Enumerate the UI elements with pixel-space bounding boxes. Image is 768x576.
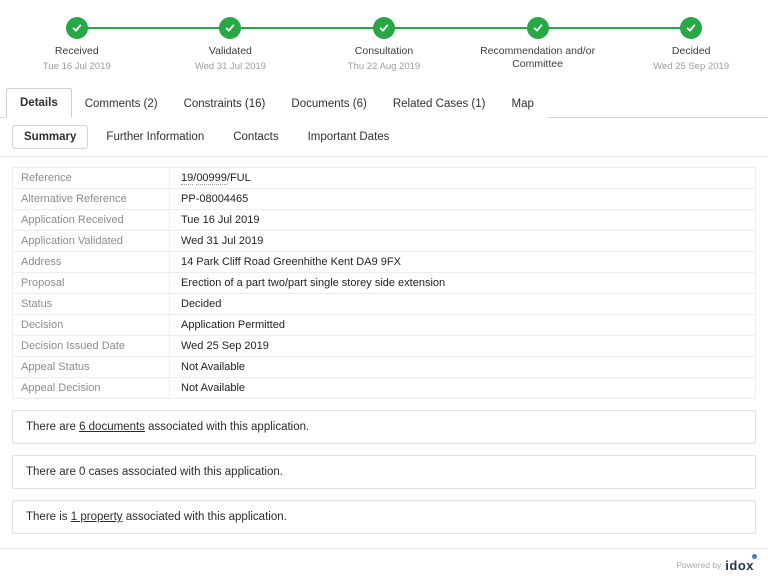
idox-logo: idox xyxy=(725,558,754,573)
step-label: Validated xyxy=(209,45,252,58)
info-text: associated with this application. xyxy=(145,421,309,433)
table-row-decision-issued-date: Decision Issued Date Wed 25 Sep 2019 xyxy=(13,336,756,357)
tab-comments[interactable]: Comments (2) xyxy=(72,90,171,118)
application-summary-table: Reference 19/00999/FUL Alternative Refer… xyxy=(12,167,756,399)
idox-logo-dot xyxy=(752,554,757,559)
check-circle-icon xyxy=(680,17,702,39)
info-text: There is xyxy=(26,511,71,523)
info-text: associated with this application. xyxy=(123,511,287,523)
row-value: Not Available xyxy=(170,357,756,378)
row-label: Appeal Status xyxy=(13,357,170,378)
row-label: Alternative Reference xyxy=(13,189,170,210)
step-label: Consultation xyxy=(355,45,413,58)
documents-info-box: There are 6 documents associated with th… xyxy=(12,410,756,444)
table-row-reference: Reference 19/00999/FUL xyxy=(13,168,756,189)
row-value: Tue 16 Jul 2019 xyxy=(170,210,756,231)
subtab-summary[interactable]: Summary xyxy=(12,125,88,149)
table-row-status: Status Decided xyxy=(13,294,756,315)
table-row-address: Address 14 Park Cliff Road Greenhithe Ke… xyxy=(13,252,756,273)
step-label: Received xyxy=(55,45,99,58)
row-value: PP-08004465 xyxy=(170,189,756,210)
step-label: Decided xyxy=(672,45,711,58)
row-value: Application Permitted xyxy=(170,315,756,336)
table-row-appeal-status: Appeal Status Not Available xyxy=(13,357,756,378)
info-text: There are xyxy=(26,421,79,433)
check-circle-icon xyxy=(373,17,395,39)
row-value: 14 Park Cliff Road Greenhithe Kent DA9 9… xyxy=(170,252,756,273)
table-row-alternative-reference: Alternative Reference PP-08004465 xyxy=(13,189,756,210)
row-label: Application Validated xyxy=(13,231,170,252)
row-value: Erection of a part two/part single store… xyxy=(170,273,756,294)
row-label: Decision xyxy=(13,315,170,336)
reference-part: 00999 xyxy=(196,172,227,185)
step-recommendation: Recommendation and/or Committee xyxy=(461,17,615,78)
sub-tab-bar: Summary Further Information Contacts Imp… xyxy=(0,118,768,157)
step-date: Thu 22 Aug 2019 xyxy=(348,61,420,72)
table-row-application-received: Application Received Tue 16 Jul 2019 xyxy=(13,210,756,231)
tab-documents[interactable]: Documents (6) xyxy=(278,90,379,118)
row-value: Wed 31 Jul 2019 xyxy=(170,231,756,252)
row-value: Not Available xyxy=(170,378,756,399)
subtab-further-information[interactable]: Further Information xyxy=(95,126,215,148)
step-consultation: Consultation Thu 22 Aug 2019 xyxy=(307,17,461,78)
subtab-contacts[interactable]: Contacts xyxy=(222,126,289,148)
row-label: Application Received xyxy=(13,210,170,231)
reference-part: 19 xyxy=(181,172,193,185)
table-row-proposal: Proposal Erection of a part two/part sin… xyxy=(13,273,756,294)
table-row-appeal-decision: Appeal Decision Not Available xyxy=(13,378,756,399)
row-value: Decided xyxy=(170,294,756,315)
tab-constraints[interactable]: Constraints (16) xyxy=(171,90,279,118)
check-circle-icon xyxy=(219,17,241,39)
documents-link[interactable]: 6 documents xyxy=(79,421,145,433)
step-validated: Validated Wed 31 Jul 2019 xyxy=(154,17,308,78)
main-tab-bar: Details Comments (2) Constraints (16) Do… xyxy=(0,88,768,118)
progress-stepper: Received Tue 16 Jul 2019 Validated Wed 3… xyxy=(0,0,768,78)
row-label: Address xyxy=(13,252,170,273)
check-circle-icon xyxy=(66,17,88,39)
row-label: Appeal Decision xyxy=(13,378,170,399)
tab-details[interactable]: Details xyxy=(6,88,72,118)
row-label: Proposal xyxy=(13,273,170,294)
cases-info-box: There are 0 cases associated with this a… xyxy=(12,455,756,489)
footer: Powered by idox xyxy=(0,549,768,575)
row-label: Decision Issued Date xyxy=(13,336,170,357)
check-circle-icon xyxy=(527,17,549,39)
step-received: Received Tue 16 Jul 2019 xyxy=(0,17,154,78)
tab-related-cases[interactable]: Related Cases (1) xyxy=(380,90,499,118)
powered-by-label: Powered by xyxy=(676,560,721,570)
table-row-decision: Decision Application Permitted xyxy=(13,315,756,336)
row-value: Wed 25 Sep 2019 xyxy=(170,336,756,357)
step-date: Wed 25 Sep 2019 xyxy=(653,61,729,72)
subtab-important-dates[interactable]: Important Dates xyxy=(297,126,401,148)
property-link[interactable]: 1 property xyxy=(71,511,123,523)
reference-value: 19/00999/FUL xyxy=(170,168,756,189)
row-label: Reference xyxy=(13,168,170,189)
property-info-box: There is 1 property associated with this… xyxy=(12,500,756,534)
tab-map[interactable]: Map xyxy=(499,90,547,118)
row-label: Status xyxy=(13,294,170,315)
step-date: Wed 31 Jul 2019 xyxy=(195,61,266,72)
table-row-application-validated: Application Validated Wed 31 Jul 2019 xyxy=(13,231,756,252)
reference-suffix: /FUL xyxy=(227,172,251,184)
step-decided: Decided Wed 25 Sep 2019 xyxy=(614,17,768,78)
step-date: Tue 16 Jul 2019 xyxy=(43,61,111,72)
step-label: Recommendation and/or Committee xyxy=(461,45,615,71)
info-text: There are 0 cases associated with this a… xyxy=(26,466,283,478)
